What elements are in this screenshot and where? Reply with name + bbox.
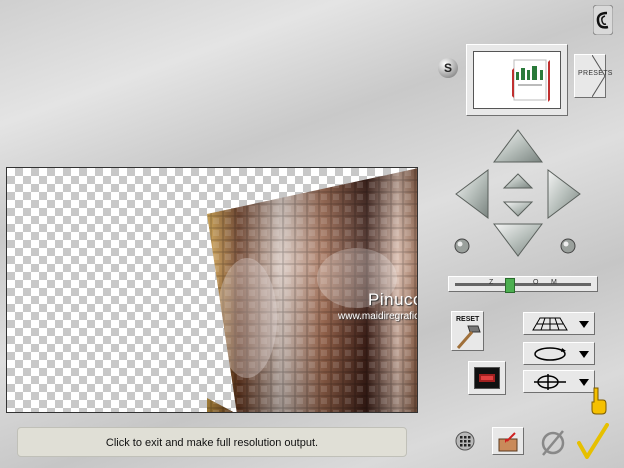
mini-preview-button[interactable]: [468, 361, 506, 395]
zoom-slider[interactable]: Z O M: [448, 276, 598, 293]
swirl-logo-icon: [592, 4, 614, 36]
export-image-button[interactable]: [492, 427, 524, 455]
reset-button[interactable]: RESET: [451, 311, 484, 351]
spin-axis-icon: [534, 374, 566, 390]
preview-image: [207, 168, 417, 412]
rotate-dropdown[interactable]: [523, 342, 595, 365]
slider-tick-o: O: [533, 279, 539, 286]
preset-thumbnail[interactable]: [466, 44, 568, 116]
reset-label: RESET: [456, 316, 480, 323]
rotate-left-knob-icon[interactable]: [454, 238, 470, 254]
navigation-pad: [454, 129, 581, 257]
cancel-icon[interactable]: [539, 429, 567, 457]
app-logo: [592, 4, 614, 36]
chevron-down-icon: [579, 379, 589, 386]
tilt-up-arrow-icon[interactable]: [502, 173, 534, 189]
slider-tick-m: M: [551, 279, 557, 286]
rotate-right-knob-icon[interactable]: [560, 238, 576, 254]
perspective-grid-dropdown[interactable]: [523, 312, 595, 335]
chevron-down-icon: [579, 351, 589, 358]
grid-plane-icon: [532, 317, 568, 331]
preset-image: [512, 59, 550, 102]
preview-canvas[interactable]: Pinuccia www.maidiregrafica.eu: [6, 167, 418, 413]
mini-preview-image: [474, 367, 500, 389]
preset-preview-image: [473, 51, 561, 109]
rotate-ellipse-icon: [534, 347, 566, 361]
right-arrow-icon[interactable]: [547, 169, 581, 219]
watermark-url: www.maidiregrafica.eu: [338, 311, 417, 322]
hammer-icon: [456, 325, 481, 349]
ok-checkmark-icon[interactable]: [577, 423, 609, 459]
settings-button[interactable]: S: [438, 58, 458, 78]
up-arrow-icon[interactable]: [493, 129, 543, 163]
slider-thumb[interactable]: [505, 278, 515, 293]
left-arrow-icon[interactable]: [455, 169, 489, 219]
grid-icon[interactable]: [455, 431, 475, 451]
chevron-down-icon: [579, 321, 589, 328]
status-bar[interactable]: Click to exit and make full resolution o…: [17, 427, 407, 457]
watermark-name: Pinuccia: [368, 290, 417, 309]
slider-tick-z: Z: [489, 279, 494, 286]
mini-image-icon: [479, 374, 495, 382]
export-image-icon: [498, 432, 518, 452]
presets-button[interactable]: PRESETS: [574, 54, 612, 98]
slider-track: [455, 283, 591, 286]
down-arrow-icon[interactable]: [493, 223, 543, 257]
spin-dropdown[interactable]: [523, 370, 595, 393]
tilt-down-arrow-icon[interactable]: [502, 201, 534, 217]
chevron-right-icon: [592, 55, 606, 97]
pointing-hand-icon: [591, 387, 607, 415]
